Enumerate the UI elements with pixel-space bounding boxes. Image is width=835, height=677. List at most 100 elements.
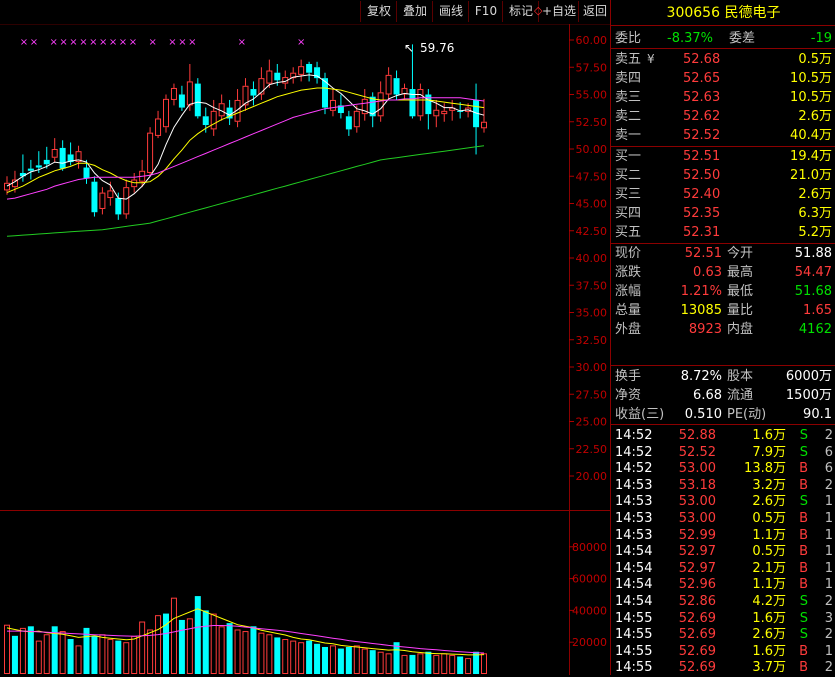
stat-value: 51.68 bbox=[794, 284, 832, 299]
tick-volume: 1.6万 bbox=[752, 643, 786, 659]
sell-level-label: 卖五 bbox=[615, 52, 642, 67]
sell-level-label: 卖四 bbox=[615, 71, 642, 86]
price-tick-label: 22.50 bbox=[576, 443, 608, 456]
stat-label: 内盘 bbox=[727, 322, 754, 337]
fundamental-value: 0.510 bbox=[684, 407, 722, 422]
tick-count: 1 bbox=[824, 527, 833, 543]
tick-time: 14:53 bbox=[615, 511, 653, 526]
stat-value: 13085 bbox=[680, 303, 722, 318]
tick-volume: 3.2万 bbox=[752, 477, 786, 493]
tick-volume: 2.6万 bbox=[752, 494, 786, 510]
sell-level-label: 卖三 bbox=[615, 90, 642, 105]
tick-count: 2 bbox=[824, 594, 833, 609]
add-favorite-button[interactable]: +自选 bbox=[538, 1, 579, 22]
separator bbox=[611, 48, 835, 49]
stat-label: 总量 bbox=[615, 303, 642, 318]
signal-marker: × bbox=[129, 37, 137, 48]
draw-line-button[interactable]: 画线 bbox=[432, 1, 469, 22]
buy-level-label: 买四 bbox=[615, 206, 642, 221]
tick-side: B bbox=[799, 544, 808, 560]
tick-side: S bbox=[799, 428, 808, 443]
sell-level-label: 卖二 bbox=[615, 109, 642, 124]
diamond-icon: ◇ bbox=[534, 4, 543, 17]
tick-row: 14:54 52.96 1.1万 B 1 bbox=[611, 576, 835, 594]
volume-bar bbox=[409, 654, 416, 674]
stat-label: 最高 bbox=[727, 265, 754, 280]
quote-panel: 300656 民德电子 委比 -8.37% 委差 -19 卖五 ¥52.68 0.5… bbox=[610, 0, 835, 675]
buy-volume: 6.3万 bbox=[798, 206, 832, 221]
tick-volume: 1.6万 bbox=[752, 428, 786, 443]
tick-price: 53.18 bbox=[678, 477, 716, 493]
price-tick-label: 30.00 bbox=[576, 361, 608, 374]
price-tick-label: 35.00 bbox=[576, 307, 608, 320]
volume-bar bbox=[274, 637, 281, 674]
tick-row: 14:54 52.86 4.2万 S 2 bbox=[611, 593, 835, 611]
stat-row: 总量 13085 量比 1.65 bbox=[611, 301, 835, 320]
buy-level-label: 买三 bbox=[615, 187, 642, 202]
stat-label: 外盘 bbox=[615, 322, 642, 337]
sell-row: 卖一 52.52 40.4万 bbox=[611, 126, 835, 145]
volume-bar bbox=[67, 639, 74, 674]
volume-bar bbox=[226, 623, 233, 674]
tick-time: 14:55 bbox=[615, 610, 653, 626]
tick-row: 14:53 52.99 1.1万 B 1 bbox=[611, 527, 835, 545]
sell-volume: 0.5万 bbox=[798, 52, 832, 67]
signal-marker: × bbox=[168, 37, 176, 48]
volume-bar bbox=[314, 643, 321, 674]
fundamental-value: 1500万 bbox=[785, 388, 832, 403]
stat-row: 涨幅 1.21% 最低 51.68 bbox=[611, 282, 835, 301]
buy-price: 52.35 bbox=[683, 206, 721, 221]
volume-bar bbox=[115, 640, 122, 674]
tick-side: B bbox=[799, 643, 808, 659]
buy-price: 52.40 bbox=[683, 187, 721, 202]
sell-price: 52.63 bbox=[683, 90, 721, 105]
volume-bar bbox=[91, 635, 98, 674]
tick-side: B bbox=[799, 577, 808, 593]
tick-side: B bbox=[799, 461, 808, 477]
signal-marker: × bbox=[109, 37, 117, 48]
buy-price: 52.31 bbox=[683, 225, 721, 240]
back-button[interactable]: 返回 bbox=[578, 1, 611, 22]
volume-bar bbox=[322, 646, 328, 674]
stat-value: 1.65 bbox=[803, 303, 832, 318]
tick-price: 52.88 bbox=[678, 428, 716, 443]
tick-side: B bbox=[799, 560, 808, 576]
signal-marker: × bbox=[188, 37, 196, 48]
signal-marker: × bbox=[119, 37, 127, 48]
stat-value: 54.47 bbox=[794, 265, 832, 280]
tick-count: 1 bbox=[824, 560, 833, 576]
buy-level-label: 买五 bbox=[615, 225, 642, 240]
sell-row: 卖三 52.63 10.5万 bbox=[611, 88, 835, 107]
tick-count: 2 bbox=[824, 428, 833, 443]
tick-price: 52.97 bbox=[678, 560, 716, 576]
price-tick-label: 60.00 bbox=[576, 34, 608, 47]
volume-tick-label: 40000 bbox=[572, 604, 607, 617]
fuquan-button[interactable]: 复权 bbox=[360, 1, 397, 22]
fundamental-label: 股本 bbox=[727, 369, 754, 384]
buy-volume: 5.2万 bbox=[798, 225, 832, 240]
sell-price: 52.65 bbox=[683, 71, 721, 86]
tick-time: 14:55 bbox=[615, 660, 653, 676]
overlay-button[interactable]: 叠加 bbox=[396, 1, 433, 22]
fundamental-label: 收益(三) bbox=[615, 407, 665, 422]
buy-row: 买四 52.35 6.3万 bbox=[611, 204, 835, 223]
sell-price: 52.62 bbox=[683, 109, 721, 124]
order-ratio-label: 委比 bbox=[615, 31, 642, 46]
f10-button[interactable]: F10 bbox=[468, 1, 503, 22]
tick-volume: 3.7万 bbox=[752, 660, 786, 676]
tick-price: 52.69 bbox=[678, 627, 716, 643]
tick-volume: 1.1万 bbox=[752, 527, 786, 543]
tick-price: 52.97 bbox=[678, 544, 716, 560]
separator bbox=[611, 424, 835, 425]
tick-volume: 4.2万 bbox=[752, 594, 786, 609]
tick-time: 14:54 bbox=[615, 577, 653, 593]
tick-side: B bbox=[799, 477, 808, 493]
volume-bar bbox=[202, 610, 209, 674]
kline-chart-area[interactable]: ↖ 59.76 × × × × × × × × × × × × × × × × × 60.0057.5055.0… bbox=[0, 24, 610, 675]
tick-side: S bbox=[799, 444, 808, 460]
order-diff-value: -19 bbox=[810, 31, 832, 46]
stock-title: 300656 民德电子 bbox=[611, 2, 835, 22]
tick-side: B bbox=[799, 511, 808, 526]
tick-count: 1 bbox=[824, 643, 833, 659]
stat-value: 0.63 bbox=[693, 265, 722, 280]
